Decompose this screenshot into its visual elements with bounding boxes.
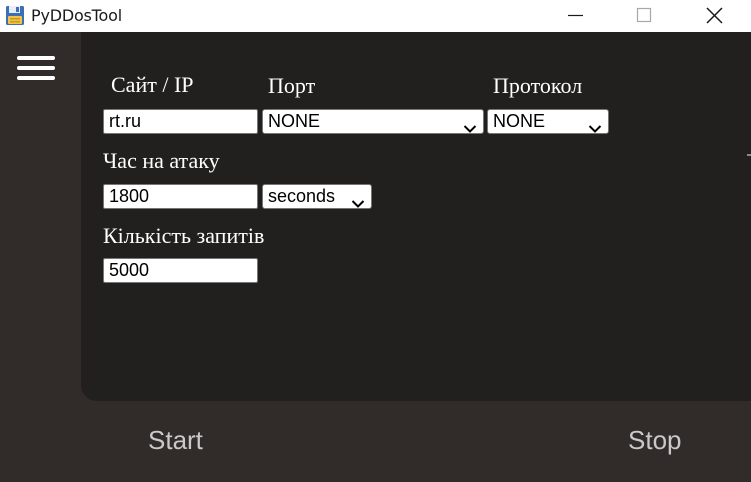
close-button[interactable] (691, 0, 737, 32)
resize-edge (747, 154, 751, 156)
port-select[interactable]: NONE (262, 109, 484, 134)
site-label: Сайт / IP (111, 72, 194, 97)
protocol-select-value: NONE (493, 111, 546, 131)
site-input[interactable]: rt.ru (103, 109, 258, 134)
requests-count-label: Кількість запитів (103, 223, 265, 248)
start-button[interactable]: Start (148, 425, 203, 456)
requests-count-input[interactable]: 5000 (103, 258, 258, 283)
chevron-down-icon (351, 192, 365, 215)
attack-time-input[interactable]: 1800 (103, 184, 258, 209)
floppy-disk-icon (5, 4, 25, 26)
title-bar: PyDDosTool (0, 0, 751, 32)
port-label: Порт (268, 73, 316, 98)
maximize-button[interactable] (621, 0, 667, 32)
window-title: PyDDosTool (31, 6, 122, 25)
minimize-button[interactable] (552, 0, 598, 32)
time-unit-select[interactable]: seconds (262, 184, 372, 209)
stop-button[interactable]: Stop (628, 425, 682, 456)
protocol-label: Протокол (493, 73, 583, 98)
port-select-value: NONE (268, 111, 321, 131)
hamburger-menu-icon[interactable] (17, 56, 55, 82)
time-unit-value: seconds (268, 186, 336, 206)
attack-time-label: Час на атаку (103, 148, 220, 173)
protocol-select[interactable]: NONE (487, 109, 609, 134)
chevron-down-icon (463, 117, 477, 140)
sidebar (0, 32, 81, 482)
chevron-down-icon (588, 117, 602, 140)
